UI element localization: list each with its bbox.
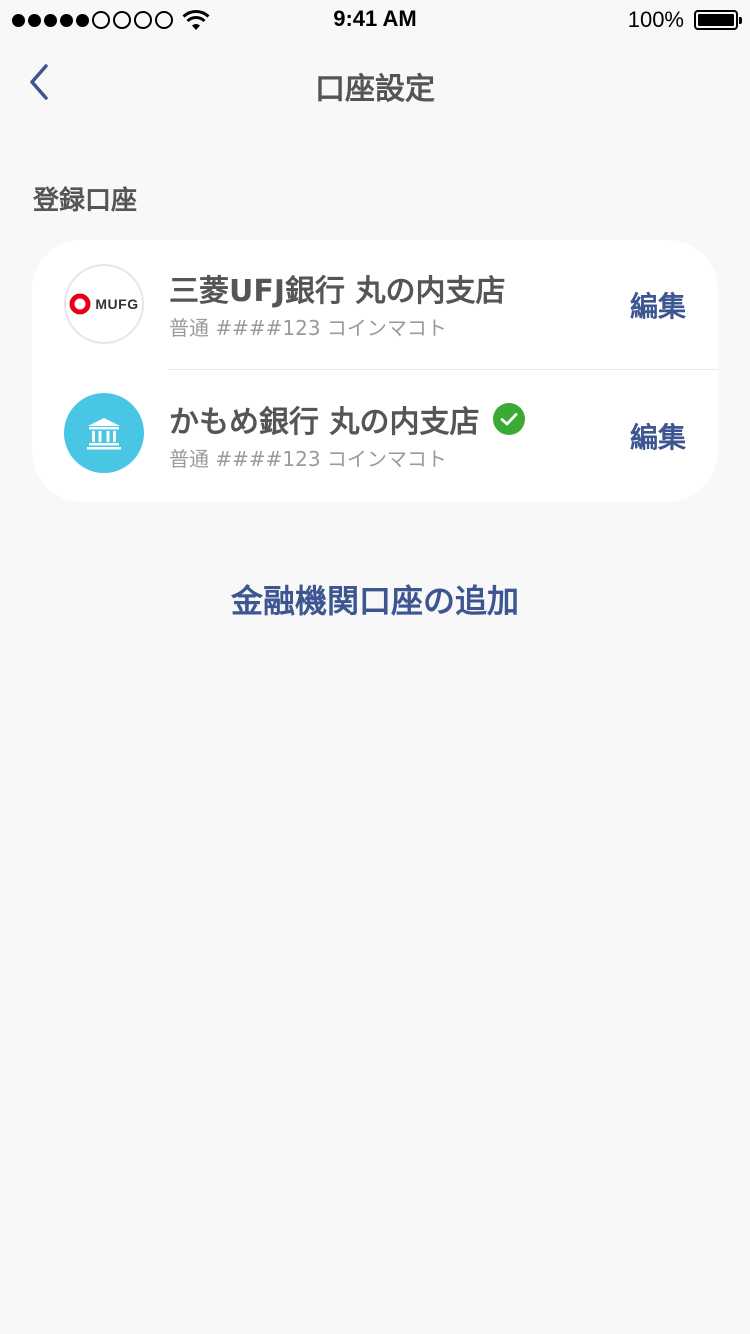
bank-name-label: 三菱UFJ銀行 丸の内支店 xyxy=(169,274,506,309)
battery-percent: 100% xyxy=(627,7,684,32)
section-label: 登録口座 xyxy=(33,186,138,216)
bank-name-label: かもめ銀行 丸の内支店 xyxy=(169,405,480,440)
edit-button[interactable]: 編集 xyxy=(630,416,686,456)
account-detail: 普通 ####123 コインマコト xyxy=(169,316,447,340)
account-row[interactable]: かもめ銀行 丸の内支店 普通 ####123 コインマコト 編集 xyxy=(32,371,718,502)
bank-name: かもめ銀行 丸の内支店 xyxy=(169,397,526,441)
mufg-logo-icon: MUFG xyxy=(64,264,144,344)
mufg-logo-text: MUFG xyxy=(95,296,139,312)
accounts-card: MUFG 三菱UFJ銀行 丸の内支店 普通 ####123 コインマコト 編集 … xyxy=(32,240,718,502)
check-circle-icon xyxy=(493,403,526,435)
bank-glyph xyxy=(87,418,121,450)
status-bar: 9:41 AM 100% xyxy=(0,0,750,40)
row-divider xyxy=(168,369,718,370)
account-row[interactable]: MUFG 三菱UFJ銀行 丸の内支店 普通 ####123 コインマコト 編集 xyxy=(32,240,718,371)
navigation-bar: 口座設定 xyxy=(0,40,750,130)
page-title: 口座設定 xyxy=(315,72,435,107)
battery-icon xyxy=(694,10,742,30)
account-detail: 普通 ####123 コインマコト xyxy=(169,447,447,471)
bank-building-icon xyxy=(64,393,144,473)
bank-name: 三菱UFJ銀行 丸の内支店 xyxy=(169,266,505,310)
mufg-ring-icon xyxy=(69,293,91,315)
add-account-button[interactable]: 金融機関口座の追加 xyxy=(0,576,750,622)
edit-button[interactable]: 編集 xyxy=(630,285,686,325)
